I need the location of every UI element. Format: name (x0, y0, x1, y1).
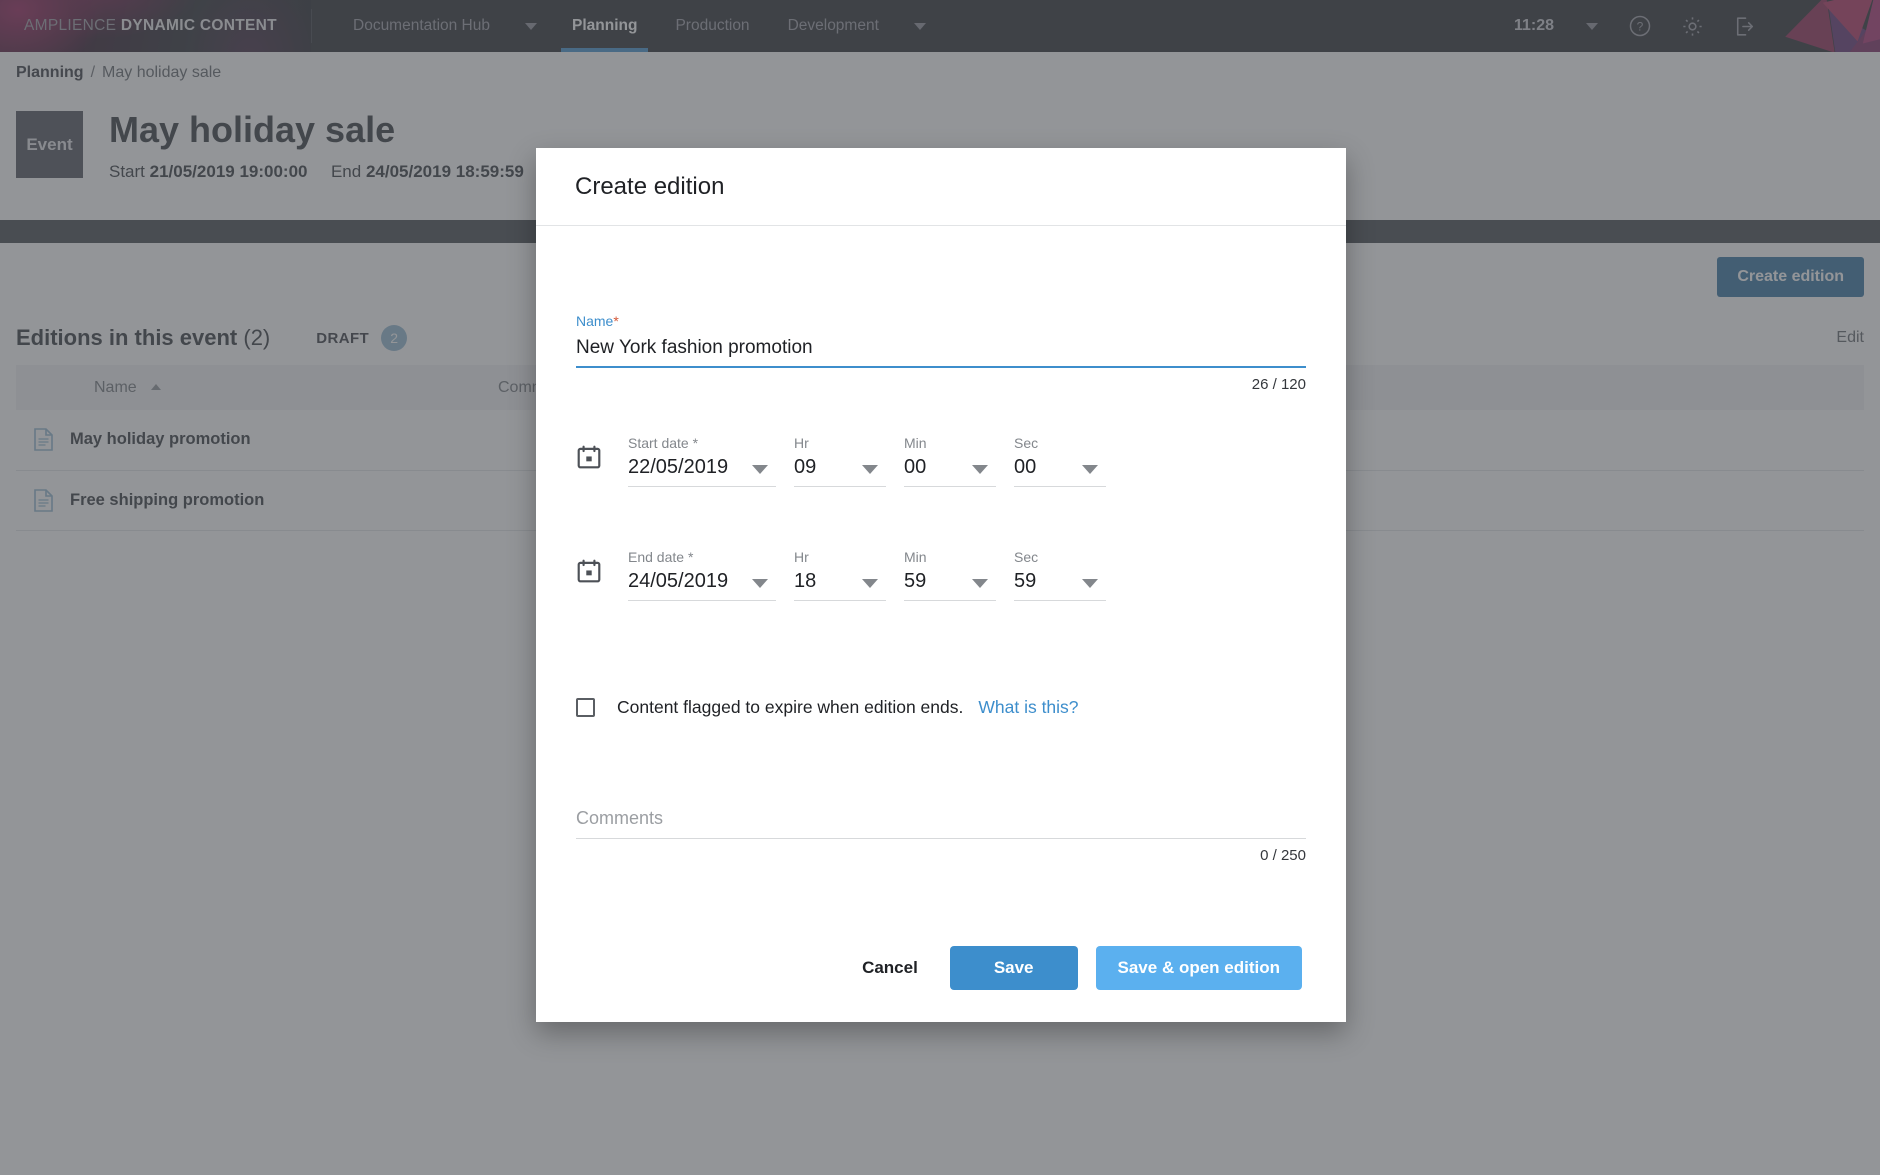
save-and-open-edition-button[interactable]: Save & open edition (1095, 946, 1302, 990)
end-minute-value: 59 (904, 570, 927, 592)
end-date-group: End date * 24/05/2019 (628, 549, 776, 601)
start-minute-group: Min 00 (904, 435, 996, 487)
end-hour-label: Hr (794, 549, 809, 565)
chevron-down-icon (862, 579, 878, 588)
end-second-label: Sec (1014, 549, 1039, 565)
start-date-group: Start date * 22/05/2019 (628, 435, 776, 487)
comments-character-counter: 0 / 250 (1260, 847, 1306, 864)
what-is-this-link[interactable]: What is this? (978, 697, 1078, 718)
expire-checkbox[interactable] (576, 698, 595, 717)
chevron-down-icon (1082, 465, 1098, 474)
end-date-value: 24/05/2019 (628, 570, 729, 592)
comments-input[interactable] (576, 804, 1306, 839)
name-label-text: Name (576, 313, 614, 329)
end-minute-group: Min 59 (904, 549, 996, 601)
end-calendar-button[interactable] (576, 558, 628, 601)
chevron-down-icon (972, 579, 988, 588)
save-button[interactable]: Save (949, 946, 1078, 990)
start-second-select[interactable]: 00 (1014, 456, 1106, 487)
end-second-value: 59 (1014, 570, 1037, 592)
name-input[interactable] (576, 329, 1306, 368)
start-datetime-row: Start date * 22/05/2019 Hr 09 Min 00 Sec… (576, 435, 1306, 487)
end-date-select[interactable]: 24/05/2019 (628, 570, 776, 601)
dialog-header: Create edition (536, 148, 1346, 226)
chevron-down-icon (972, 465, 988, 474)
end-date-label: End date * (628, 549, 694, 565)
required-marker: * (613, 313, 619, 329)
create-edition-dialog: Create edition Name* 26 / 120 Start date… (536, 148, 1346, 1022)
start-minute-label: Min (904, 435, 927, 451)
name-field-label: Name* (576, 313, 1306, 329)
start-second-label: Sec (1014, 435, 1039, 451)
chevron-down-icon (862, 465, 878, 474)
comments-field-group: 0 / 250 (576, 804, 1306, 864)
end-minute-label: Min (904, 549, 927, 565)
start-second-value: 00 (1014, 456, 1037, 478)
start-date-label: Start date * (628, 435, 699, 451)
start-hour-label: Hr (794, 435, 809, 451)
cancel-button[interactable]: Cancel (848, 946, 932, 990)
dialog-title: Create edition (575, 172, 725, 200)
dialog-body: Name* 26 / 120 Start date * 22/05/2019 (536, 226, 1346, 914)
start-date-value: 22/05/2019 (628, 456, 729, 478)
end-second-select[interactable]: 59 (1014, 570, 1106, 601)
start-hour-value: 09 (794, 456, 817, 478)
start-hour-group: Hr 09 (794, 435, 886, 487)
chevron-down-icon (1082, 579, 1098, 588)
end-second-group: Sec 59 (1014, 549, 1106, 601)
expire-checkbox-row: Content flagged to expire when edition e… (576, 697, 1306, 718)
start-hour-select[interactable]: 09 (794, 456, 886, 487)
chevron-down-icon (752, 465, 768, 474)
start-date-select[interactable]: 22/05/2019 (628, 456, 776, 487)
calendar-icon (577, 445, 601, 469)
end-hour-value: 18 (794, 570, 817, 592)
start-minute-select[interactable]: 00 (904, 456, 996, 487)
end-hour-select[interactable]: 18 (794, 570, 886, 601)
start-calendar-button[interactable] (576, 444, 628, 487)
start-minute-value: 00 (904, 456, 927, 478)
start-second-group: Sec 00 (1014, 435, 1106, 487)
name-character-counter: 26 / 120 (1251, 376, 1306, 393)
calendar-icon (577, 559, 601, 583)
expire-checkbox-label: Content flagged to expire when edition e… (617, 697, 964, 717)
end-minute-select[interactable]: 59 (904, 570, 996, 601)
end-datetime-row: End date * 24/05/2019 Hr 18 Min 59 Sec 5… (576, 549, 1306, 601)
dialog-footer: Cancel Save Save & open edition (536, 914, 1346, 1022)
name-field-group: Name* 26 / 120 (576, 313, 1306, 393)
chevron-down-icon (752, 579, 768, 588)
end-hour-group: Hr 18 (794, 549, 886, 601)
